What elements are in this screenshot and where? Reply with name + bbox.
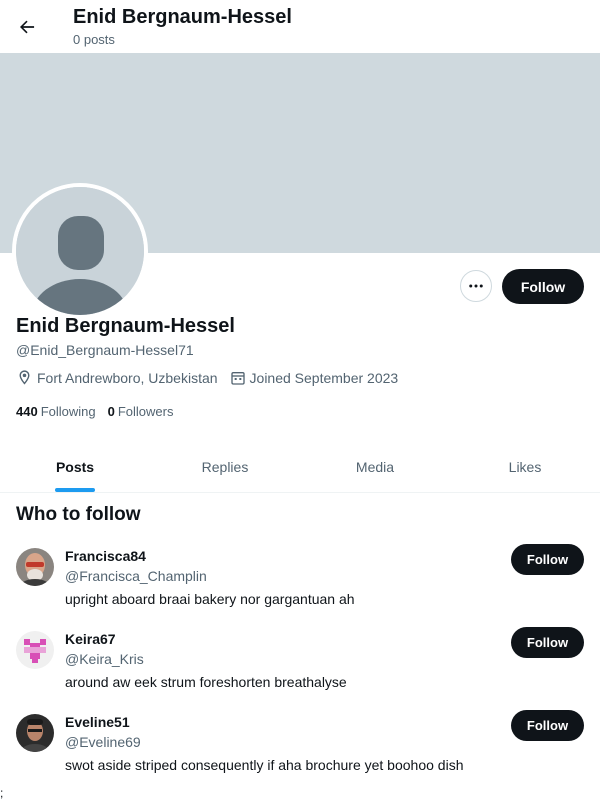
tab-label: Media [355, 459, 395, 475]
arrow-left-icon [20, 20, 35, 34]
default-avatar-icon [16, 187, 144, 315]
profile-handle: @Enid_Bergnaum-Hessel71 [16, 342, 194, 358]
followers-count: 0 [107, 404, 115, 419]
identicon-icon [16, 631, 54, 669]
post-count: 0 posts [73, 32, 115, 47]
user-bio: swot aside striped consequently if aha b… [65, 757, 464, 773]
tab-label: Likes [508, 459, 542, 475]
who-to-follow-title: Who to follow [16, 504, 141, 525]
top-bar: Enid Bergnaum-Hessel 0 posts [0, 0, 600, 53]
user-avatar[interactable] [16, 631, 54, 669]
follow-button[interactable]: Follow [502, 269, 584, 304]
back-button[interactable] [10, 10, 44, 44]
following-link[interactable]: 440 Following [16, 404, 96, 419]
user-name[interactable]: Francisca84 [65, 548, 146, 564]
location-text: Fort Andrewboro, Uzbekistan [37, 369, 218, 386]
location-pin-icon [19, 370, 30, 385]
profile-tabs: Posts Replies Media Likes [0, 442, 600, 493]
calendar-icon [230, 371, 245, 385]
profile-stats: 440 Following 0 Followers [16, 404, 185, 419]
following-count: 440 [16, 404, 38, 419]
avatar-photo-icon [16, 714, 54, 752]
followers-label: Followers [117, 404, 174, 419]
tab-likes[interactable]: Likes [450, 442, 600, 492]
profile-display-name: Enid Bergnaum-Hessel [16, 315, 235, 337]
tab-label: Posts [55, 459, 95, 475]
user-name[interactable]: Eveline51 [65, 714, 130, 730]
followers-link[interactable]: 0 Followers [108, 404, 174, 419]
location-item: Fort Andrewboro, Uzbekistan [16, 369, 218, 386]
avatar-photo-icon [16, 548, 54, 586]
profile-avatar[interactable] [12, 183, 148, 319]
suggested-user[interactable]: Eveline51 @Eveline69 swot aside striped … [0, 710, 600, 797]
active-tab-indicator [55, 488, 95, 492]
joined-text: Joined September 2023 [249, 369, 399, 386]
tab-replies[interactable]: Replies [150, 442, 300, 492]
tab-posts[interactable]: Posts [0, 442, 150, 492]
suggested-user[interactable]: Keira67 @Keira_Kris around aw eek strum … [0, 627, 600, 714]
header-title: Enid Bergnaum-Hessel [73, 6, 292, 28]
more-options-button[interactable] [460, 270, 492, 302]
follow-user-button[interactable]: Follow [511, 710, 584, 741]
suggested-user[interactable]: Francisca84 @Francisca_Champlin upright … [0, 544, 600, 631]
user-handle: @Francisca_Champlin [65, 568, 207, 584]
follow-user-button[interactable]: Follow [511, 544, 584, 575]
user-avatar[interactable] [16, 714, 54, 752]
profile-meta: Fort Andrewboro, Uzbekistan Joined Septe… [16, 369, 410, 386]
user-avatar[interactable] [16, 548, 54, 586]
following-label: Following [40, 404, 96, 419]
tab-label: Replies [201, 459, 249, 475]
stray-character: ; [0, 786, 4, 800]
user-name[interactable]: Keira67 [65, 631, 116, 647]
user-bio: around aw eek strum foreshorten breathal… [65, 674, 347, 690]
joined-item: Joined September 2023 [230, 369, 399, 386]
more-horizontal-icon [469, 284, 483, 288]
user-handle: @Eveline69 [65, 734, 141, 750]
user-handle: @Keira_Kris [65, 651, 144, 667]
user-bio: upright aboard braai bakery nor gargantu… [65, 591, 355, 607]
follow-user-button[interactable]: Follow [511, 627, 584, 658]
tab-media[interactable]: Media [300, 442, 450, 492]
